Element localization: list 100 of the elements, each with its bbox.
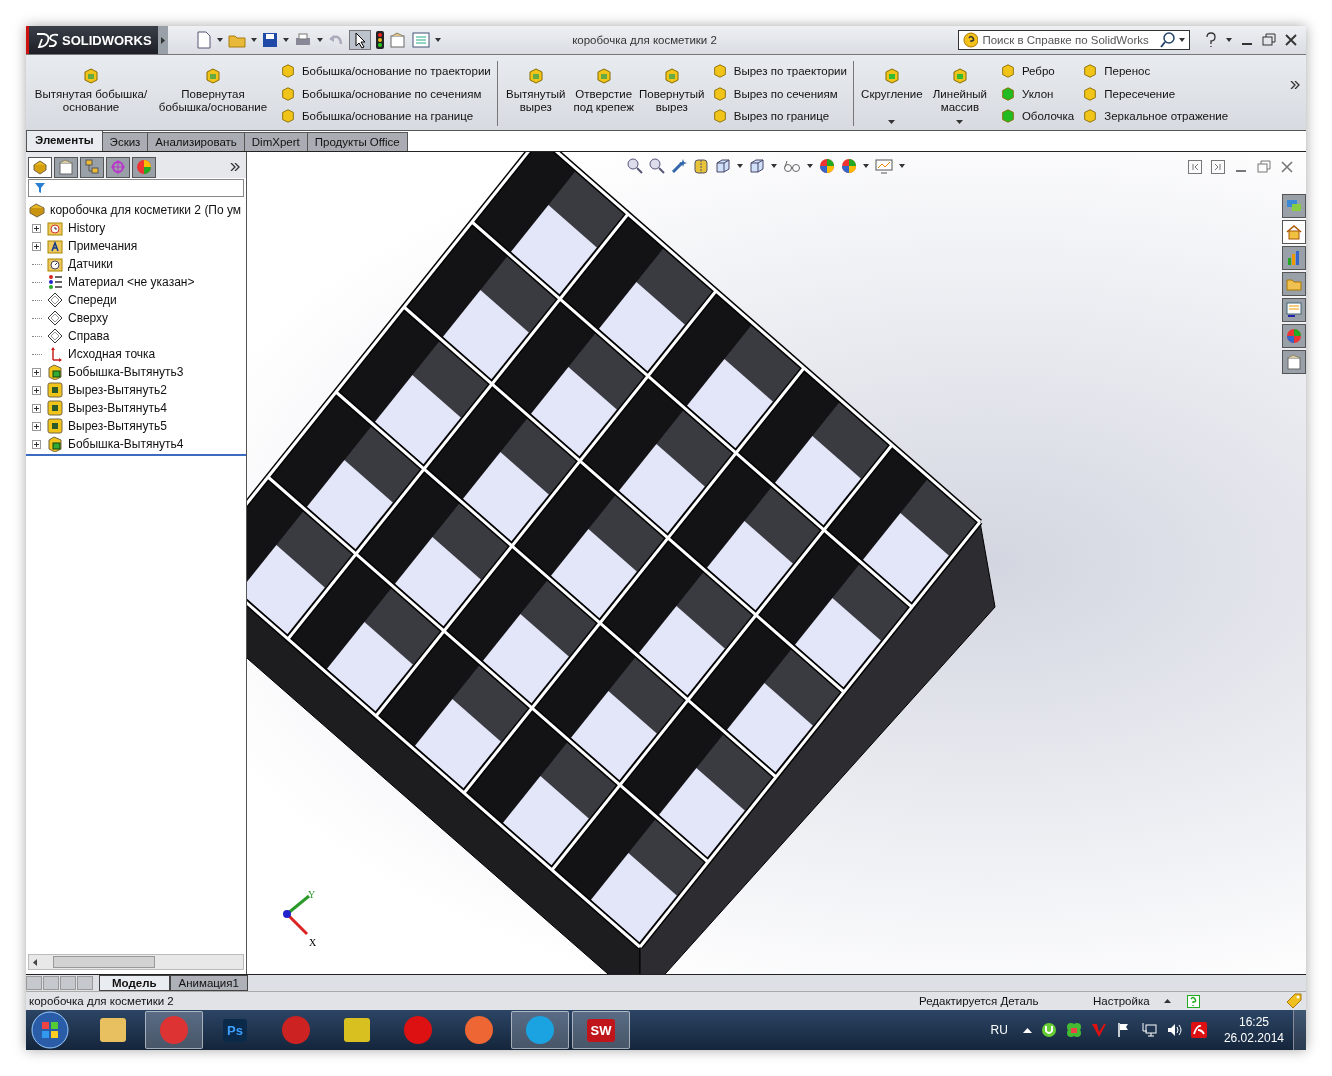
expand-icon[interactable] (32, 223, 41, 233)
ribbon-tab[interactable]: Продукты Office (306, 132, 408, 151)
ribbon-tab[interactable]: Эскиз (101, 132, 149, 151)
tree-item[interactable]: Материал <не указан> (68, 275, 195, 289)
ribbon-button[interactable]: Вырез по траектории (711, 61, 847, 81)
save-icon[interactable] (262, 32, 278, 48)
restore-icon[interactable] (1257, 160, 1271, 174)
network-icon[interactable] (1140, 1022, 1157, 1038)
tree-root-label[interactable]: коробочка для косметики 2 (По ум (50, 203, 242, 217)
caret-icon[interactable] (317, 38, 323, 42)
pointer-icon[interactable] (349, 30, 371, 50)
ribbon-button[interactable]: Пересечение (1082, 83, 1229, 104)
caret-up-icon[interactable] (1022, 1027, 1032, 1033)
ribbon-button[interactable]: Ребро (999, 61, 1075, 81)
ribbon-button[interactable]: Линейный массив (927, 59, 992, 128)
show-desktop-button[interactable] (1293, 1010, 1306, 1050)
section-view-icon[interactable] (693, 158, 709, 174)
ribbon-tab[interactable]: DimXpert (243, 132, 308, 151)
panel-tab[interactable] (132, 156, 156, 178)
magnifier-icon[interactable] (649, 158, 665, 174)
ribbon-button[interactable]: Перенос (1082, 61, 1229, 81)
chat-icon[interactable] (1282, 194, 1306, 218)
tree-item[interactable]: Вырез-Вытянуть5 (68, 419, 167, 433)
ribbon-tab[interactable]: Анализировать (147, 132, 245, 151)
ribbon-button[interactable]: Бобышка/основание на границе (280, 106, 491, 126)
caret-icon[interactable] (863, 164, 869, 168)
caret-icon[interactable] (435, 38, 441, 42)
monitor-icon[interactable] (875, 158, 893, 174)
caret-icon[interactable] (956, 120, 964, 124)
ribbon-button[interactable]: Вырез по сечениям (711, 83, 847, 104)
tree-item[interactable]: Датчики (68, 257, 113, 271)
help-menu-icon[interactable] (1204, 32, 1218, 48)
tile-right-icon[interactable] (1211, 160, 1225, 174)
caret-up-icon[interactable] (1163, 999, 1171, 1003)
file-properties-icon[interactable] (389, 32, 407, 48)
close-icon[interactable] (1284, 33, 1298, 47)
ribbon-button[interactable]: Повернутая бобышка/основание (154, 59, 272, 128)
ribbon-button[interactable]: Вытянутая бобышка/основание (32, 59, 150, 128)
tree-item[interactable]: Справа (68, 329, 110, 343)
horizontal-scrollbar[interactable] (28, 954, 244, 970)
caret-icon[interactable] (899, 164, 905, 168)
ribbon-button[interactable]: Бобышка/основание по сечениям (280, 83, 491, 104)
caret-icon[interactable] (251, 38, 257, 42)
panel-tab[interactable] (28, 156, 52, 178)
expand-icon[interactable] (32, 385, 41, 395)
caret-icon[interactable] (217, 38, 223, 42)
torrent-icon[interactable] (1040, 1022, 1057, 1038)
tree-item[interactable]: Спереди (68, 293, 117, 307)
speaker-icon[interactable] (1165, 1022, 1182, 1038)
clover-icon[interactable] (1065, 1022, 1082, 1038)
ribbon-button[interactable]: Бобышка/основание по траектории (280, 61, 491, 81)
expand-icon[interactable] (32, 439, 41, 449)
tree-item[interactable]: Сверху (68, 311, 109, 325)
caret-icon[interactable] (737, 164, 743, 168)
chart-icon[interactable] (1282, 246, 1306, 270)
wand-icon[interactable] (671, 158, 687, 174)
ribbon-button[interactable]: Вырез по границе (711, 106, 847, 126)
taskbar-app-button[interactable]: SW (572, 1011, 630, 1049)
caret-icon[interactable] (888, 120, 896, 124)
expand-icon[interactable] (32, 421, 41, 431)
folder-icon[interactable] (1282, 272, 1306, 296)
new-document-icon[interactable] (196, 31, 212, 49)
printer-icon[interactable] (294, 32, 312, 48)
tree-item[interactable]: Исходная точка (68, 347, 156, 361)
panel-tab[interactable] (106, 156, 130, 178)
model-tab[interactable]: Модель (99, 975, 170, 991)
start-button[interactable] (30, 1010, 70, 1050)
taskbar-app-button[interactable]: Ps (206, 1011, 264, 1049)
tile-left-icon[interactable] (1188, 160, 1202, 174)
cube-icon[interactable] (715, 158, 731, 174)
language-indicator[interactable]: RU (990, 1023, 1008, 1037)
options-list-icon[interactable] (412, 32, 430, 48)
caret-icon[interactable] (283, 38, 289, 42)
tree-filter-field[interactable] (28, 179, 244, 197)
model-tab[interactable]: Анимация1 (169, 975, 248, 991)
more-chevron-icon[interactable] (1290, 81, 1300, 89)
panel-tab[interactable] (54, 156, 78, 178)
ribbon-button[interactable]: Отверстие под крепеж (571, 59, 636, 128)
cube-icon[interactable] (749, 158, 765, 174)
search-icon[interactable] (1159, 32, 1176, 48)
ribbon-tab[interactable]: Элементы (26, 130, 103, 151)
tag-icon[interactable] (1286, 993, 1302, 1009)
sphere-icon[interactable] (819, 158, 835, 174)
traffic-light-icon[interactable] (376, 31, 384, 49)
ribbon-button[interactable]: Повернутый вырез (639, 59, 704, 128)
units-menu[interactable]: Настройка (1093, 995, 1150, 1007)
ribbon-button[interactable]: Вытянутый вырез (503, 59, 568, 128)
ribbon-button[interactable]: Скругление (859, 59, 924, 128)
help-search-field[interactable]: Поиск в Справке по SolidWorks (958, 30, 1190, 50)
ribbon-button[interactable]: Оболочка (999, 106, 1075, 126)
tree-item[interactable]: History (68, 221, 106, 235)
clock[interactable]: 16:25 26.02.2014 (1223, 1014, 1284, 1046)
panel-tab[interactable] (80, 156, 104, 178)
magnifier-icon[interactable] (627, 158, 643, 174)
caret-icon[interactable] (1226, 38, 1232, 42)
expand-icon[interactable] (32, 367, 41, 377)
tree-item[interactable]: Бобышка-Вытянуть3 (68, 365, 184, 379)
more-chevron-icon[interactable] (230, 163, 240, 171)
help-icon[interactable] (1186, 994, 1200, 1008)
solidworks-logo[interactable]: SOLIDWORKS (26, 26, 158, 54)
